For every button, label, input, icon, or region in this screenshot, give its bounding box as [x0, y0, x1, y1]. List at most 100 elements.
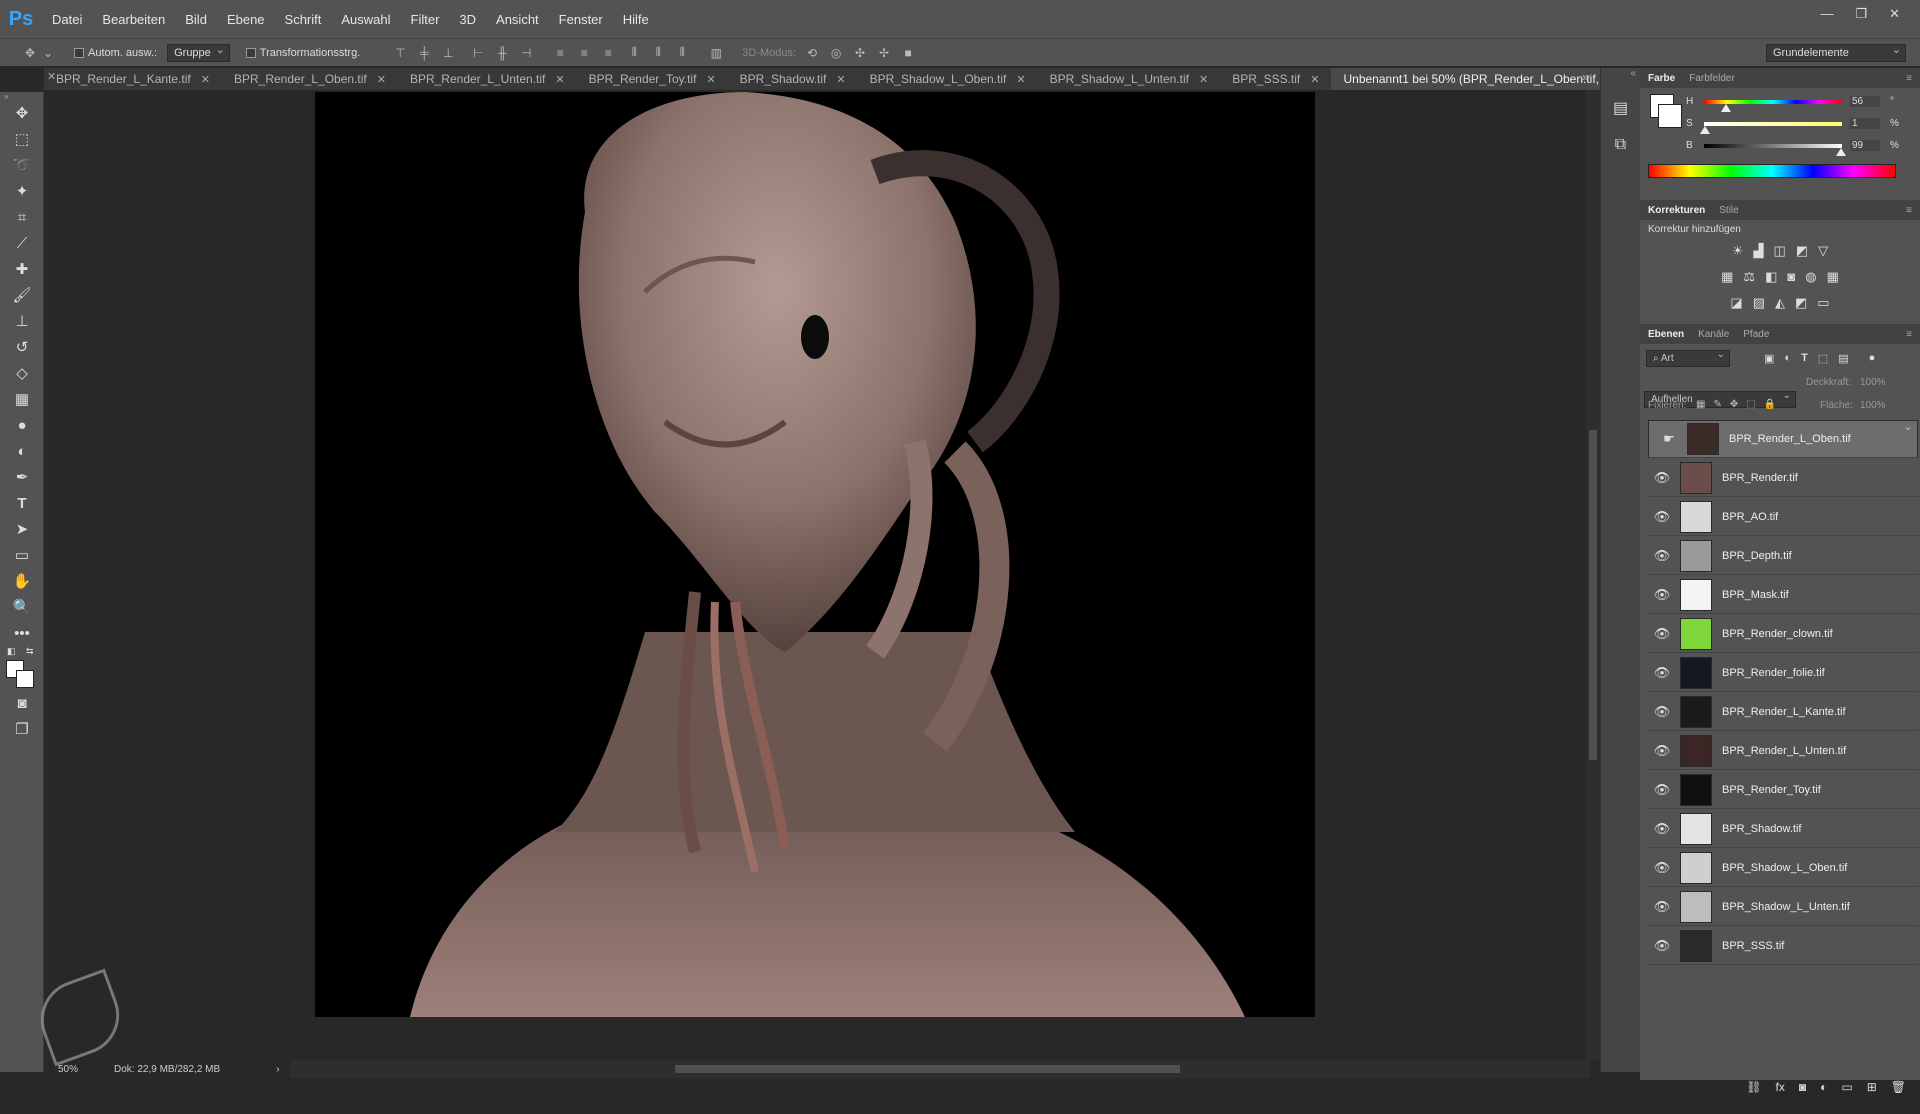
lock-position-icon[interactable]: ✥	[1730, 399, 1738, 410]
close-tab-icon[interactable]: ✕	[836, 73, 845, 86]
restore-icon[interactable]: ❐	[1855, 6, 1867, 22]
layer-row[interactable]: ☛ BPR_Render_L_Oben.tif	[1648, 419, 1918, 458]
distribute-hcenter-icon[interactable]: ⦀	[650, 45, 666, 60]
layer-style-icon[interactable]: fx	[1776, 1080, 1785, 1100]
layer-row[interactable]: 👁 BPR_Shadow_L_Unten.tif	[1648, 888, 1918, 926]
black-white-icon[interactable]: ◧	[1765, 269, 1777, 285]
status-menu-icon[interactable]: ›	[276, 1064, 279, 1075]
type-tool-icon[interactable]: T	[0, 490, 44, 516]
default-colors-icon[interactable]: ◧	[7, 646, 16, 657]
collapse-panels-icon[interactable]: «	[1601, 68, 1640, 98]
close-icon[interactable]: ✕	[1889, 6, 1900, 22]
zoom-tool-icon[interactable]: 🔍	[0, 594, 44, 620]
fill-value[interactable]: 100%	[1860, 400, 1886, 411]
close-tab-icon[interactable]: ✕	[377, 73, 386, 86]
channel-mixer-icon[interactable]: ◍	[1805, 269, 1816, 285]
saturation-knob[interactable]	[1700, 126, 1711, 134]
3d-slide-icon[interactable]: ✢	[876, 46, 892, 60]
layer-row[interactable]: 👁 BPR_Render_clown.tif	[1648, 615, 1918, 653]
selective-color-icon[interactable]: ◩	[1795, 295, 1807, 311]
color-ramp[interactable]	[1648, 164, 1896, 178]
hue-knob[interactable]	[1721, 104, 1732, 112]
path-select-icon[interactable]: ➤	[0, 516, 44, 542]
panel-menu-icon[interactable]: ≡	[1906, 73, 1912, 84]
move-tool-icon[interactable]: ✥	[0, 100, 44, 126]
eye-icon[interactable]: 👁	[1648, 860, 1676, 876]
menu-item-3d[interactable]: 3D	[449, 12, 486, 27]
3d-pan-icon[interactable]: ✣	[852, 46, 868, 60]
new-group-icon[interactable]: ▭	[1841, 1080, 1852, 1100]
color-lookup-icon[interactable]: ▦	[1827, 269, 1839, 285]
tab-channels[interactable]: Kanäle	[1698, 329, 1729, 340]
layer-row[interactable]: 👁 BPR_Shadow.tif	[1648, 810, 1918, 848]
distribute-right-icon[interactable]: ⦀	[674, 45, 690, 60]
eye-icon[interactable]: 👁	[1648, 782, 1676, 798]
menu-item-datei[interactable]: Datei	[42, 12, 92, 27]
distribute-vcenter-icon[interactable]: ≡	[576, 46, 592, 60]
eye-icon[interactable]: 👁	[1648, 704, 1676, 720]
more-tabs-icon[interactable]: »	[1582, 70, 1589, 84]
transform-controls-checkbox[interactable]	[245, 47, 256, 58]
link-layers-icon[interactable]: ⛓	[1746, 1080, 1761, 1100]
gradient-map-icon[interactable]: ▭	[1817, 295, 1829, 311]
tab-color[interactable]: Farbe	[1648, 73, 1675, 84]
crop-tool-icon[interactable]: ⌗	[0, 204, 44, 230]
vertical-scrollbar[interactable]	[1586, 90, 1600, 1060]
color-swatches[interactable]: ◧ ⇆	[0, 646, 43, 690]
eye-icon[interactable]: 👁	[1648, 665, 1676, 681]
filter-type-icon[interactable]: T	[1801, 352, 1808, 365]
close-all-icon[interactable]: ✕	[47, 70, 56, 83]
close-tab-icon[interactable]: ✕	[1016, 73, 1025, 86]
magic-wand-icon[interactable]: ✦	[0, 178, 44, 204]
menu-item-hilfe[interactable]: Hilfe	[613, 12, 659, 27]
pen-tool-icon[interactable]: ✒	[0, 464, 44, 490]
close-tab-icon[interactable]: ✕	[706, 73, 715, 86]
layer-row[interactable]: 👁 BPR_Shadow_L_Oben.tif	[1648, 849, 1918, 887]
eye-icon[interactable]: 👁	[1648, 938, 1676, 954]
eye-icon[interactable]: 👁	[1648, 626, 1676, 642]
menu-item-filter[interactable]: Filter	[401, 12, 450, 27]
align-hcenter-icon[interactable]: ╫	[494, 46, 510, 60]
3d-scale-icon[interactable]: ■	[900, 46, 916, 60]
quick-mask-icon[interactable]: ◙	[0, 690, 44, 716]
eye-icon[interactable]: 👁	[1648, 743, 1676, 759]
auto-align-icon[interactable]: ▥	[708, 46, 724, 60]
marquee-tool-icon[interactable]: ⬚	[0, 126, 44, 152]
tab-layers[interactable]: Ebenen	[1648, 329, 1684, 340]
menu-item-ansicht[interactable]: Ansicht	[486, 12, 549, 27]
close-tab-icon[interactable]: ✕	[1199, 73, 1208, 86]
gradient-tool-icon[interactable]: ▦	[0, 386, 44, 412]
b-value[interactable]: 99	[1850, 140, 1880, 151]
panel-background-swatch[interactable]	[1658, 104, 1682, 128]
close-tab-icon[interactable]: ✕	[201, 73, 210, 86]
align-vcenter-icon[interactable]: ╪	[416, 46, 432, 60]
distribute-left-icon[interactable]: ⦀	[626, 45, 642, 60]
eye-icon[interactable]: 👁	[1648, 821, 1676, 837]
layer-row[interactable]: 👁 BPR_Mask.tif	[1648, 576, 1918, 614]
filter-shape-icon[interactable]: ⬚	[1818, 352, 1828, 365]
brightness-slider[interactable]	[1704, 144, 1842, 148]
cursor-icon[interactable]: ☛	[1655, 431, 1683, 447]
vibrance-icon[interactable]: ▽	[1818, 243, 1828, 259]
rectangle-tool-icon[interactable]: ▭	[0, 542, 44, 568]
align-top-icon[interactable]: ⊤	[392, 46, 408, 60]
eye-icon[interactable]: 👁	[1648, 509, 1676, 525]
align-left-icon[interactable]: ⊢	[470, 46, 486, 60]
history-brush-icon[interactable]: ↺	[0, 334, 44, 360]
menu-item-fenster[interactable]: Fenster	[549, 12, 613, 27]
document-tab[interactable]: BPR_Render_L_Oben.tif ✕	[222, 68, 398, 90]
healing-brush-icon[interactable]: ✚	[0, 256, 44, 282]
invert-icon[interactable]: ◪	[1730, 295, 1742, 311]
blur-tool-icon[interactable]: ●	[0, 412, 44, 438]
filter-adjustment-icon[interactable]: ◐	[1784, 352, 1791, 365]
dodge-tool-icon[interactable]: ◐	[0, 438, 44, 464]
hand-tool-icon[interactable]: ✋	[0, 568, 44, 594]
layer-row[interactable]: 👁 BPR_Render_L_Unten.tif	[1648, 732, 1918, 770]
eyedropper-icon[interactable]: ⟋	[0, 230, 44, 256]
exposure-icon[interactable]: ◩	[1796, 243, 1808, 259]
align-right-icon[interactable]: ⊣	[518, 46, 534, 60]
layer-row[interactable]: 👁 BPR_Render_folie.tif	[1648, 654, 1918, 692]
tab-adjustments[interactable]: Korrekturen	[1648, 205, 1705, 216]
properties-panel-icon[interactable]: ⧉	[1601, 136, 1640, 174]
layer-row[interactable]: 👁 BPR_Depth.tif	[1648, 537, 1918, 575]
